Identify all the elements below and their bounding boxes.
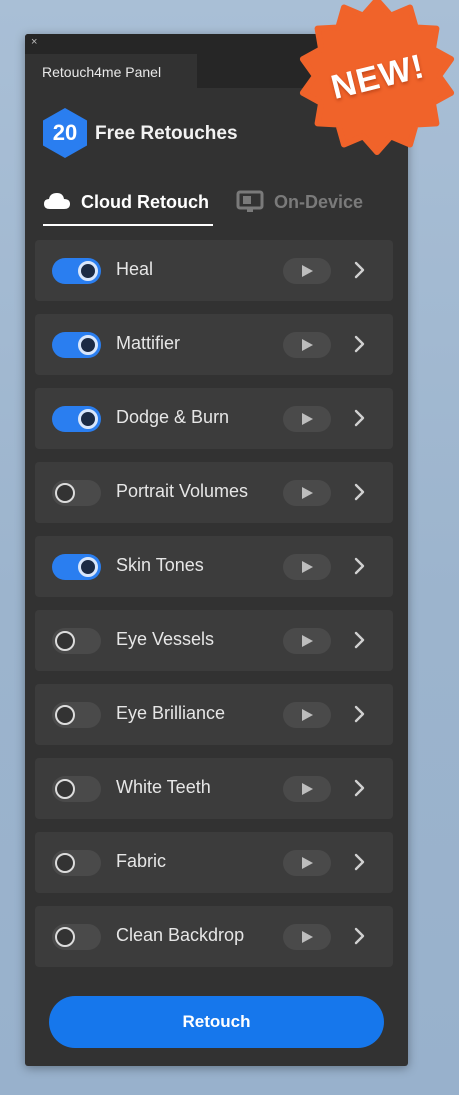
preview-button[interactable]: [283, 258, 331, 284]
chevron-right-icon[interactable]: [353, 851, 367, 873]
play-icon: [302, 265, 313, 277]
retouch-label: Dodge & Burn: [116, 407, 230, 427]
play-icon: [302, 487, 313, 499]
preview-button[interactable]: [283, 776, 331, 802]
retouch-row[interactable]: Skin Tones: [35, 536, 393, 597]
play-icon: [302, 931, 313, 943]
retouch-row[interactable]: Eye Brilliance: [35, 684, 393, 745]
preview-button[interactable]: [283, 554, 331, 580]
enable-toggle[interactable]: [52, 332, 101, 358]
retouch-row[interactable]: Dodge & Burn: [35, 388, 393, 449]
hexagon-icon: 20: [41, 107, 89, 159]
play-icon: [302, 783, 313, 795]
toggle-knob: [55, 779, 75, 799]
toggle-knob: [55, 927, 75, 947]
enable-toggle[interactable]: [52, 406, 101, 432]
toggle-knob: [55, 705, 75, 725]
toggle-knob: [78, 261, 98, 281]
free-label: Free Retouches: [95, 123, 238, 144]
close-icon[interactable]: ×: [31, 37, 37, 48]
toggle-knob: [78, 409, 98, 429]
retouch-label: Mattifier: [116, 333, 181, 353]
play-icon: [302, 413, 313, 425]
toggle-knob: [55, 483, 75, 503]
retouch4me-panel: × Retouch4me Panel 20 Free Retouches Clo…: [25, 34, 408, 1066]
tab-on-device[interactable]: On-Device: [236, 186, 386, 226]
retouch-label: Fabric: [116, 851, 167, 871]
retouch-row[interactable]: Clean Backdrop: [35, 906, 393, 967]
panel-tab-label: Retouch4me Panel: [42, 64, 162, 80]
retouch-button[interactable]: Retouch: [49, 996, 384, 1048]
toggle-knob: [55, 631, 75, 651]
retouch-row[interactable]: Fabric: [35, 832, 393, 893]
retouch-label: Portrait Volumes: [116, 481, 249, 501]
retouch-row[interactable]: Mattifier: [35, 314, 393, 375]
preview-button[interactable]: [283, 628, 331, 654]
enable-toggle[interactable]: [52, 480, 101, 506]
play-icon: [302, 339, 313, 351]
panel-tab[interactable]: Retouch4me Panel: [25, 54, 197, 88]
retouch-row[interactable]: Eye Vessels: [35, 610, 393, 671]
chevron-right-icon[interactable]: [353, 333, 367, 355]
play-icon: [302, 857, 313, 869]
chevron-right-icon[interactable]: [353, 777, 367, 799]
new-badge: NEW!: [292, 0, 459, 160]
tab-device-label: On-Device: [274, 192, 364, 212]
toggle-knob: [78, 557, 98, 577]
preview-button[interactable]: [283, 332, 331, 358]
play-icon: [302, 709, 313, 721]
tab-cloud-retouch[interactable]: Cloud Retouch: [43, 186, 213, 226]
enable-toggle[interactable]: [52, 258, 101, 284]
chevron-right-icon[interactable]: [353, 259, 367, 281]
retouch-label: Eye Vessels: [116, 629, 215, 649]
retouch-row[interactable]: Heal: [35, 240, 393, 301]
cloud-icon: [44, 193, 70, 209]
enable-toggle[interactable]: [52, 776, 101, 802]
chevron-right-icon[interactable]: [353, 407, 367, 429]
retouch-label: Clean Backdrop: [116, 925, 245, 945]
chevron-right-icon[interactable]: [353, 555, 367, 577]
preview-button[interactable]: [283, 406, 331, 432]
enable-toggle[interactable]: [52, 850, 101, 876]
preview-button[interactable]: [283, 850, 331, 876]
preview-button[interactable]: [283, 702, 331, 728]
monitor-icon: [236, 190, 264, 212]
retouch-row[interactable]: Portrait Volumes: [35, 462, 393, 523]
tab-cloud-label: Cloud Retouch: [81, 192, 209, 212]
retouch-label: Eye Brilliance: [116, 703, 226, 723]
retouch-label: Heal: [116, 259, 154, 279]
toggle-knob: [78, 335, 98, 355]
free-count: 20: [52, 120, 78, 145]
toggle-knob: [55, 853, 75, 873]
enable-toggle[interactable]: [52, 554, 101, 580]
enable-toggle[interactable]: [52, 924, 101, 950]
retouch-label: Skin Tones: [116, 555, 204, 575]
retouch-label: White Teeth: [116, 777, 211, 797]
chevron-right-icon[interactable]: [353, 629, 367, 651]
enable-toggle[interactable]: [52, 628, 101, 654]
chevron-right-icon[interactable]: [353, 703, 367, 725]
chevron-right-icon[interactable]: [353, 481, 367, 503]
enable-toggle[interactable]: [52, 702, 101, 728]
preview-button[interactable]: [283, 924, 331, 950]
chevron-right-icon[interactable]: [353, 925, 367, 947]
play-icon: [302, 635, 313, 647]
play-icon: [302, 561, 313, 573]
preview-button[interactable]: [283, 480, 331, 506]
retouch-row[interactable]: White Teeth: [35, 758, 393, 819]
